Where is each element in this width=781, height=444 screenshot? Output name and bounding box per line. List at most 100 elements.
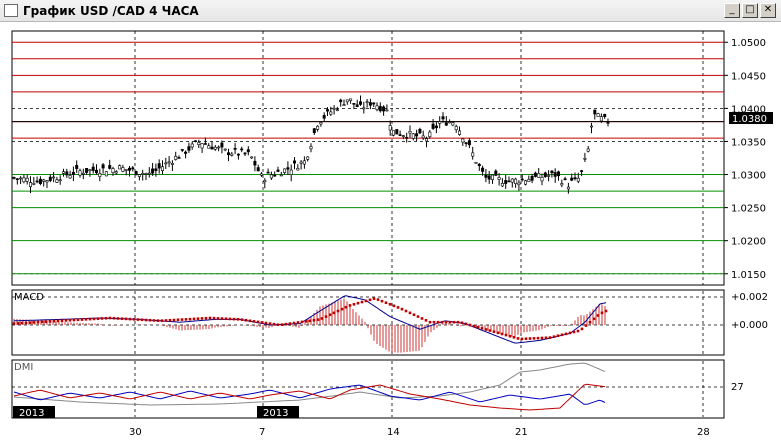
candle-body (194, 140, 198, 142)
candle-body (580, 170, 584, 172)
candle-body (246, 149, 250, 153)
signal-dot (520, 337, 524, 341)
signal-dot (392, 304, 396, 308)
close-button[interactable]: ✕ (760, 3, 776, 18)
signal-dot (516, 337, 520, 340)
candle-body (398, 134, 402, 136)
candle-body (154, 168, 158, 171)
signal-dot (324, 315, 328, 318)
candle-body (418, 129, 422, 134)
signal-dot (508, 334, 512, 338)
candle-body (269, 174, 273, 179)
signal-dot (556, 334, 560, 338)
candle-body (48, 176, 52, 181)
signal-dot (340, 307, 344, 311)
signal-dot (568, 331, 572, 335)
candle-body (88, 169, 92, 172)
candle-body (481, 167, 485, 172)
signal-dot (124, 317, 128, 321)
signal-dot (24, 321, 28, 325)
signal-dot (416, 315, 420, 318)
signal-dot (592, 317, 596, 321)
candle-body (312, 128, 316, 133)
candle-body (81, 172, 85, 175)
signal-dot (68, 318, 72, 322)
signal-dot (396, 306, 400, 309)
signal-dot (316, 318, 320, 321)
macd-title: MACD (14, 292, 44, 303)
signal-dot (44, 320, 48, 323)
signal-dot (272, 322, 276, 326)
candle-body (329, 111, 333, 115)
candle-body (151, 168, 155, 174)
candle-body (431, 123, 435, 129)
signal-dot (12, 322, 16, 325)
x-label-30: 30 (129, 427, 142, 438)
signal-dot (268, 322, 272, 325)
signal-dot (136, 318, 140, 321)
candle-body (510, 178, 514, 183)
candle-body (547, 175, 551, 177)
candle-body (365, 101, 369, 103)
candle-body (527, 179, 531, 182)
signal-dot (52, 319, 56, 323)
candle-body (448, 121, 452, 124)
signal-dot (56, 319, 60, 323)
signal-dot (132, 318, 136, 321)
minimize-button[interactable]: _ (724, 3, 740, 18)
signal-dot (80, 318, 84, 321)
candle-body (385, 109, 389, 112)
candle-body (263, 180, 267, 183)
signal-dot (484, 328, 488, 331)
signal-dot (72, 318, 76, 322)
candle-body (517, 182, 521, 186)
price-label: 1.0350 (731, 137, 766, 148)
candle-body (111, 168, 115, 173)
maximize-button[interactable]: □ (742, 3, 758, 18)
signal-dot (264, 321, 268, 325)
signal-dot (96, 317, 100, 320)
signal-dot (60, 319, 64, 322)
signal-dot (448, 320, 452, 324)
candle-body (553, 172, 557, 177)
candle-body (289, 169, 293, 175)
candle-body (144, 173, 148, 175)
candle-body (523, 180, 527, 185)
signal-dot (560, 333, 564, 337)
signal-dot (488, 329, 492, 332)
candle-body (342, 104, 346, 106)
signal-dot (212, 316, 216, 320)
candle-body (25, 177, 29, 182)
candle-body (85, 168, 89, 173)
app-icon (4, 4, 18, 17)
signal-dot (528, 337, 532, 340)
signal-dot (600, 311, 604, 315)
signal-dot (84, 318, 88, 321)
candle-body (586, 148, 590, 152)
signal-dot (412, 313, 416, 317)
candle-body (388, 125, 392, 131)
candle-body (302, 160, 306, 165)
candle-body (606, 121, 610, 124)
candle-body (177, 157, 181, 159)
price-label: 1.0200 (731, 237, 766, 248)
signal-dot (468, 323, 472, 327)
candle-body (147, 172, 151, 175)
signal-dot (384, 301, 388, 305)
candle-body (233, 147, 237, 150)
candle-body (375, 105, 379, 110)
signal-dot (204, 316, 208, 320)
signal-dot (276, 323, 280, 327)
signal-dot (424, 319, 428, 322)
current-price-label: 1.0380 (732, 114, 767, 125)
signal-dot (32, 321, 36, 324)
candle-body (141, 173, 145, 175)
candle-body (213, 146, 217, 150)
signal-dot (156, 319, 160, 322)
signal-dot (540, 336, 544, 340)
signal-dot (120, 317, 124, 320)
candle-body (279, 174, 283, 177)
signal-dot (184, 318, 188, 321)
candle-body (184, 151, 188, 154)
signal-dot (92, 317, 96, 321)
